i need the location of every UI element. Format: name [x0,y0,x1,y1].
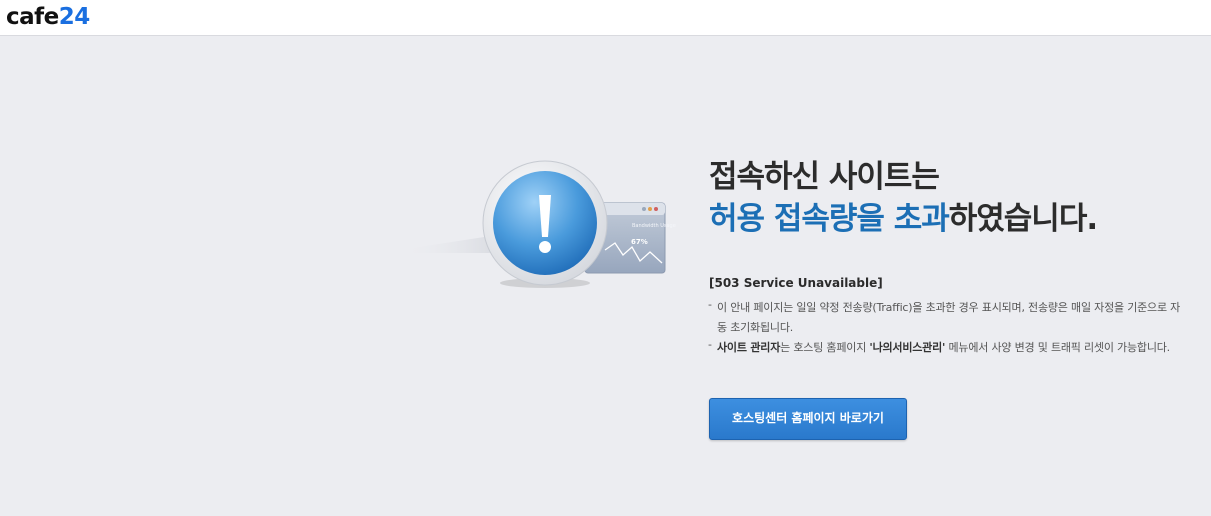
title-highlight: 허용 접속량을 초과 [709,201,950,237]
notice-bold: '나의서비스관리' [869,341,946,354]
title-rest: 하였습니다. [948,201,1098,237]
notice-text: 는 호스팅 홈페이지 [780,341,870,354]
notice-item: -이 안내 페이지는 일일 약정 전송량(Traffic)을 초과한 경우 표시… [708,298,1181,334]
notice-item: - 사이트 관리자는 호스팅 홈페이지 '나의서비스관리' 메뉴에서 사양 변경 … [708,338,1170,354]
top-bar: cafe24 [0,0,1211,36]
hosting-center-button[interactable]: 호스팅센터 홈페이지 바로가기 [709,398,907,440]
graph-caption: Bandwidth Usage [632,223,676,229]
notice-bold: 사이트 관리자 [717,341,781,354]
graph-percent: 67% [631,238,648,246]
page-title: 접속하신 사이트는 허용 접속량을 초과하였습니다. [709,156,1098,240]
notice-text: 이 안내 페이지는 일일 약정 전송량(Traffic)을 초과한 경우 표시되… [717,301,1181,334]
error-status: [503 Service Unavailable] [709,276,883,290]
notice-list: -이 안내 페이지는 일일 약정 전송량(Traffic)을 초과한 경우 표시… [708,298,1188,358]
title-line1: 접속하신 사이트는 [709,159,940,195]
illustration-svg: Bandwidth Usage 67% [400,160,676,288]
logo-number: 24 [58,4,91,30]
error-illustration: Bandwidth Usage 67% [400,155,690,295]
logo-text: cafe [6,4,59,30]
cafe24-logo[interactable]: cafe24 [6,2,90,32]
notice-text: 메뉴에서 사양 변경 및 트래픽 리셋이 가능합니다. [945,341,1170,354]
